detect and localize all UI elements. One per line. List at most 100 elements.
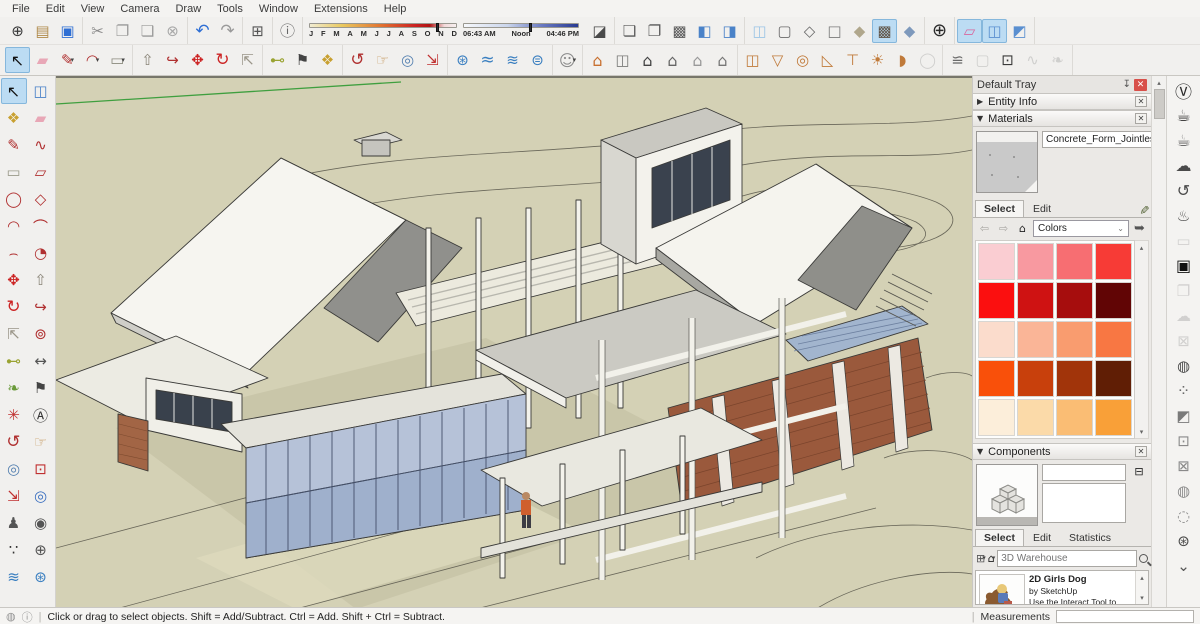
wireframe-icon[interactable]: ◇ <box>797 19 822 43</box>
home-roof-icon[interactable]: ⌂ <box>660 47 685 73</box>
scale-icon[interactable]: ⇱ <box>235 47 260 73</box>
entity-info-close-icon[interactable]: ✕ <box>1135 96 1147 107</box>
shadow-time-thumb[interactable] <box>529 23 532 32</box>
eraser-icon[interactable]: ▰ <box>30 47 55 73</box>
xray-icon[interactable]: ◫ <box>747 19 772 43</box>
color-swatch[interactable] <box>1056 243 1093 280</box>
vray-update-icon[interactable]: ↺ <box>1170 178 1198 203</box>
omni-light-icon[interactable]: ◎ <box>790 47 815 73</box>
shadow-time-slider[interactable]: 06:43 AM Noon 04:46 PM <box>463 23 579 38</box>
component-name-field[interactable] <box>1042 464 1126 481</box>
color-swatch[interactable] <box>1017 360 1054 397</box>
rotated-rectangle-icon[interactable]: ▱ <box>28 159 54 185</box>
vray-asset-editor-icon[interactable]: Ⓥ <box>1170 78 1198 103</box>
freehand-icon[interactable]: ∿ <box>28 132 54 158</box>
copy-icon[interactable]: ❐ <box>110 19 135 43</box>
viewport[interactable] <box>56 76 972 607</box>
zoom-extents-icon[interactable]: ⇲ <box>1 483 27 509</box>
move-icon[interactable]: ✥ <box>185 47 210 73</box>
tray-scrollbar[interactable]: ▴ <box>1151 76 1166 607</box>
components-tab-edit[interactable]: Edit <box>1024 529 1060 546</box>
home-outline-icon[interactable]: ⌂ <box>685 47 710 73</box>
sandbox-gear-icon[interactable]: ⊜ <box>525 47 550 73</box>
section-plane-icon[interactable]: ▱ <box>957 19 982 43</box>
shaded-icon[interactable]: ◆ <box>847 19 872 43</box>
list-item[interactable]: 2D Girls Dog by SketchUp Use the Interac… <box>976 571 1135 604</box>
vray-region-icon[interactable]: ▭ <box>1170 228 1198 253</box>
from-contours-icon[interactable]: ≋ <box>1 564 27 590</box>
dimension-icon[interactable]: ↔ <box>28 348 54 374</box>
vray-viewport-render-icon[interactable]: ♨ <box>1170 203 1198 228</box>
avatar-icon[interactable]: ☺▾ <box>555 47 580 73</box>
vray-cloud-icon[interactable]: ☁ <box>1170 153 1198 178</box>
details-arrow-icon[interactable]: ➥ <box>1131 221 1148 237</box>
color-swatch[interactable] <box>1056 360 1093 397</box>
move-icon[interactable]: ✥ <box>1 267 27 293</box>
vray-batch-icon[interactable]: ❐ <box>1170 278 1198 303</box>
material-name-field[interactable]: Concrete_Form_Jointless <box>1042 131 1164 148</box>
geolocation-icon[interactable]: ◍ <box>6 610 16 623</box>
sphere-light-icon[interactable]: ◯ <box>915 47 940 73</box>
polygon-icon[interactable]: ◇ <box>28 186 54 212</box>
line-icon[interactable]: ✎ <box>1 132 27 158</box>
vray-render-icon[interactable]: ☕ <box>1170 103 1198 128</box>
vray-interactive-render-icon[interactable]: ☕ <box>1170 128 1198 153</box>
rotate-icon[interactable]: ↻ <box>210 47 235 73</box>
sun-light-icon[interactable]: ☀ <box>865 47 890 73</box>
rectangle-icon[interactable]: ▭▾ <box>105 47 130 73</box>
warehouse-search-input[interactable] <box>997 550 1137 567</box>
panel-materials[interactable]: ▼ Materials ✕ <box>973 110 1151 127</box>
measurements-input[interactable] <box>1056 610 1194 623</box>
home-icon[interactable]: ⌂ <box>1014 221 1031 237</box>
spot-light-icon[interactable]: ▽ <box>765 47 790 73</box>
materials-tab-edit[interactable]: Edit <box>1024 200 1060 217</box>
section-fill-icon[interactable]: ◩ <box>1007 19 1032 43</box>
three-point-arc-icon[interactable]: ⌢ <box>1 240 27 266</box>
edge-style-extensions-icon[interactable]: ▩ <box>667 19 692 43</box>
menu-tools[interactable]: Tools <box>209 2 251 16</box>
shadows-toggle-icon[interactable]: ◪ <box>587 19 612 43</box>
rect-light-icon[interactable]: ⊤ <box>840 47 865 73</box>
display-secondary-pane-icon[interactable]: ⊟ <box>1132 464 1147 479</box>
view-options-icon[interactable]: ⊞▾ <box>976 550 986 566</box>
walk-icon[interactable]: ∵ <box>1 537 27 563</box>
place-model-icon[interactable]: ⌂ <box>585 47 610 73</box>
infinite-plane-icon[interactable]: ≌ <box>945 47 970 73</box>
shadow-date-thumb[interactable] <box>436 23 439 32</box>
menu-window[interactable]: Window <box>251 2 306 16</box>
delete-icon[interactable]: ⊗ <box>160 19 185 43</box>
look-around-icon[interactable]: ◉ <box>28 510 54 536</box>
menu-camera[interactable]: Camera <box>112 2 167 16</box>
color-swatch[interactable] <box>1056 321 1093 358</box>
pan-icon[interactable]: ☞ <box>28 429 54 455</box>
eraser-icon[interactable]: ▰ <box>28 105 54 131</box>
zoom-window-icon[interactable]: ⊡ <box>28 456 54 482</box>
zoom-icon[interactable]: ◎ <box>395 47 420 73</box>
materials-tab-select[interactable]: Select <box>975 200 1024 217</box>
color-swatch[interactable] <box>978 321 1015 358</box>
color-swatch[interactable] <box>978 399 1015 436</box>
arc-icon[interactable]: ◠ <box>1 213 27 239</box>
tape-measure-icon[interactable]: ⊷ <box>1 348 27 374</box>
forward-icon[interactable]: ⇨ <box>995 221 1012 237</box>
offset-icon[interactable]: ⊚ <box>28 321 54 347</box>
vray-frame-buffer-icon[interactable]: ▣ <box>1170 253 1198 278</box>
ies-light-icon[interactable]: ◺ <box>815 47 840 73</box>
vray-checker-sphere-icon[interactable]: ◍ <box>1170 478 1198 503</box>
vray-checker-plane-icon[interactable]: ◩ <box>1170 403 1198 428</box>
vray-more-chevron-icon[interactable]: ⌄ <box>1170 553 1198 578</box>
proxy-cube-icon[interactable]: ▢ <box>970 47 995 73</box>
edge-style-depthcue-icon[interactable]: ❐ <box>642 19 667 43</box>
back-edges-icon[interactable]: ▢ <box>772 19 797 43</box>
color-swatch[interactable] <box>1017 282 1054 319</box>
rotate-icon[interactable]: ↻ <box>1 294 27 320</box>
home-icon[interactable]: ⌂▾ <box>988 550 996 566</box>
cut-icon[interactable]: ✂ <box>85 19 110 43</box>
undo-icon[interactable]: ↶ <box>190 19 215 43</box>
component-browser-icon[interactable]: ◫ <box>610 47 635 73</box>
shadow-time-bar[interactable] <box>463 23 579 28</box>
paint-bucket-icon[interactable]: ❖ <box>315 47 340 73</box>
menu-draw[interactable]: Draw <box>167 2 209 16</box>
swatch-scrollbar[interactable]: ▴▾ <box>1135 240 1149 439</box>
edge-style-profiles-icon[interactable]: ❏ <box>617 19 642 43</box>
